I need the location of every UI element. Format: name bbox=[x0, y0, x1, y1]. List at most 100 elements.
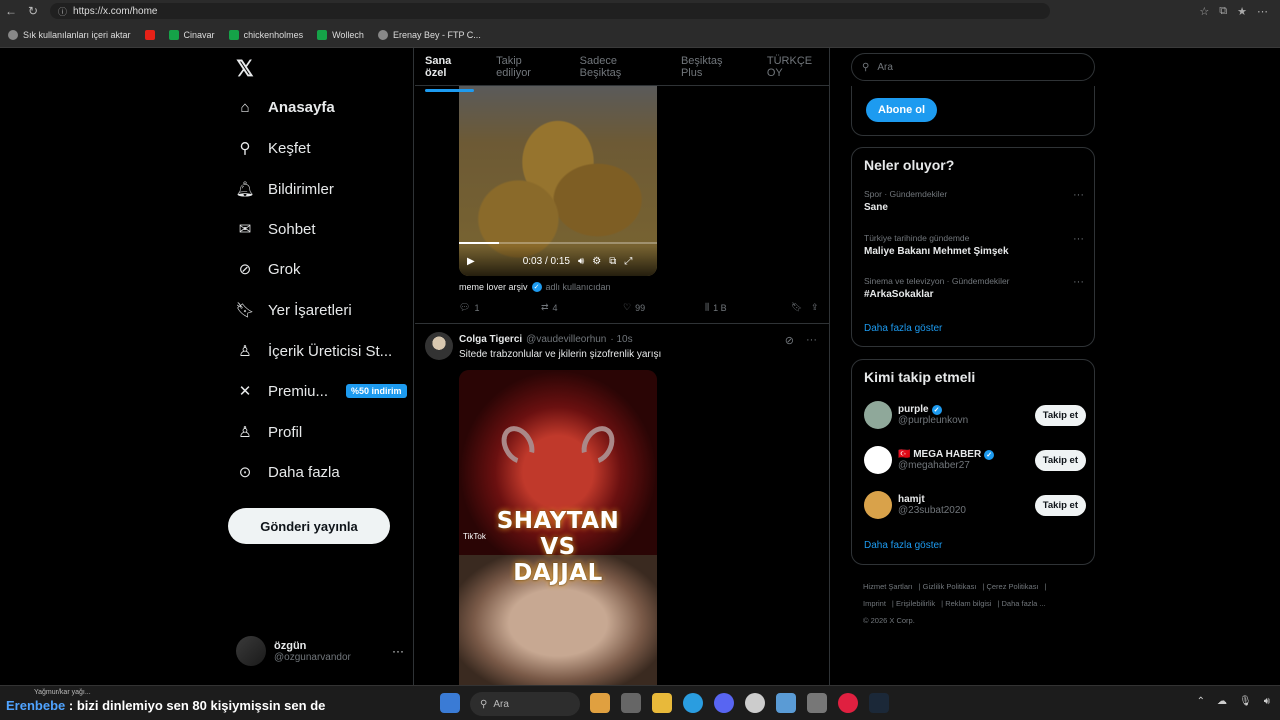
follow-suggestion[interactable]: purple ✓ @purpleunkovn Takip et bbox=[864, 401, 1086, 429]
trend-item[interactable]: Spor · Gündemdekiler Sane ··· bbox=[864, 189, 1084, 213]
footer-link[interactable]: Erişilebilirlik bbox=[896, 599, 935, 608]
more-horizontal-icon[interactable]: ··· bbox=[806, 334, 817, 347]
nav-notifications[interactable]: 🔔︎ Bildirimler bbox=[235, 180, 333, 199]
x-logo-icon[interactable]: 𝕏 bbox=[236, 56, 254, 82]
grok-icon[interactable]: ⊘ bbox=[785, 334, 794, 347]
tab-turkce[interactable]: TÜRKÇE OY bbox=[767, 55, 829, 79]
trend-item[interactable]: Türkiye tarihinde gündemde Maliye Bakanı… bbox=[864, 233, 1084, 257]
repost-button[interactable]: ⇄ 4 bbox=[541, 302, 623, 313]
bookmark-import[interactable]: Sık kullanılanları içeri aktar bbox=[8, 29, 131, 40]
tweet-author-handle[interactable]: @vaudevilleorhun bbox=[526, 334, 606, 345]
follow-button[interactable]: Takip et bbox=[1034, 404, 1086, 426]
notepad-icon[interactable] bbox=[776, 693, 796, 713]
bookmark-cinavar[interactable]: Cinavar bbox=[168, 29, 215, 40]
widget-icon[interactable] bbox=[590, 693, 610, 713]
microphone-icon[interactable]: 🎙︎ bbox=[1239, 696, 1252, 707]
tab-following[interactable]: Takip ediliyor bbox=[496, 55, 558, 79]
search-placeholder: Ara bbox=[877, 61, 893, 73]
play-icon[interactable]: ▶ bbox=[467, 256, 475, 267]
footer-link[interactable]: Daha fazla ... bbox=[1002, 599, 1046, 608]
favorites-icon[interactable]: ★ bbox=[1237, 5, 1247, 18]
overlay-text-2: VS bbox=[540, 534, 576, 560]
post-button[interactable]: Gönderi yayınla bbox=[228, 508, 390, 544]
pip-icon[interactable]: ⧉ bbox=[609, 256, 616, 267]
app-icon[interactable] bbox=[745, 693, 765, 713]
nav-premium[interactable]: ✕ Premiu... %50 indirim bbox=[236, 382, 407, 400]
bookmark-wollech[interactable]: Wollech bbox=[317, 29, 364, 40]
speaker-icon[interactable]: 🔊︎ bbox=[1264, 696, 1270, 707]
footer-link[interactable]: Reklam bilgisi bbox=[945, 599, 991, 608]
tweet-actions: 💬︎ 1 ⇄ 4 ♡ 99 ⫼ 1 B 🔖︎ ⇪ bbox=[459, 302, 819, 313]
more-horizontal-icon[interactable]: ··· bbox=[392, 644, 404, 658]
bookmark-chickenholmes[interactable]: chickenholmes bbox=[228, 29, 303, 40]
footer-link[interactable]: Imprint bbox=[863, 599, 886, 608]
bookmark-youtube[interactable] bbox=[144, 29, 155, 40]
like-button[interactable]: ♡ 99 bbox=[623, 302, 705, 313]
tab-for-you[interactable]: Sana özel bbox=[425, 55, 475, 92]
search-input[interactable]: ⚲ Ara bbox=[851, 53, 1095, 81]
nav-profile[interactable]: ♙ Profil bbox=[236, 423, 302, 442]
star-icon[interactable]: ☆ bbox=[1199, 5, 1209, 18]
tweet-video[interactable]: SHAYTAN VS DAJJAL TikTok bbox=[459, 370, 657, 685]
follow-suggestion[interactable]: 🇹🇷 MEGA HABER ✓ @megahaber27 Takip et bbox=[864, 446, 1086, 474]
nav-explore[interactable]: ⚲ Keşfet bbox=[236, 139, 311, 158]
windows-start-icon[interactable] bbox=[440, 693, 460, 713]
bookmark-ftp[interactable]: Erenay Bey - FTP C... bbox=[377, 29, 481, 40]
tab-besiktas-only[interactable]: Sadece Beşiktaş bbox=[580, 55, 659, 79]
fullscreen-icon[interactable]: ⤢ bbox=[624, 256, 632, 267]
edge-icon[interactable] bbox=[683, 693, 703, 713]
site-info-icon[interactable]: ⓘ bbox=[58, 5, 67, 18]
refresh-icon[interactable]: ↻ bbox=[22, 4, 44, 18]
tweet-author-name[interactable]: Colga Tigerci bbox=[459, 334, 522, 345]
bookmark-button[interactable]: 🔖︎ bbox=[791, 302, 811, 313]
taskbar-search[interactable]: ⚲ Ara bbox=[470, 692, 580, 716]
menu-icon[interactable]: ⋯ bbox=[1257, 5, 1268, 18]
weather-widget[interactable]: Yağmur/kar yağı... bbox=[34, 689, 91, 696]
show-more-link[interactable]: Daha fazla göster bbox=[864, 540, 942, 551]
more-horizontal-icon[interactable]: ··· bbox=[1073, 233, 1084, 245]
follow-button[interactable]: Takip et bbox=[1034, 494, 1086, 516]
account-name: özgün bbox=[274, 639, 307, 652]
media-icon[interactable] bbox=[838, 693, 858, 713]
volume-icon[interactable]: 🔊︎ bbox=[578, 256, 584, 267]
tweet-video[interactable]: ▶ 0:03 / 0:15 🔊︎ ⚙ ⧉ ⤢ bbox=[459, 86, 657, 276]
more-horizontal-icon[interactable]: ··· bbox=[1073, 276, 1084, 288]
follow-button[interactable]: Takip et bbox=[1034, 449, 1086, 471]
nav-bookmarks[interactable]: 🔖︎ Yer İşaretleri bbox=[235, 301, 351, 320]
nav-creator-studio[interactable]: ♙ İçerik Üreticisi St... bbox=[236, 342, 392, 361]
footer-link[interactable]: Çerez Politikası bbox=[986, 582, 1038, 591]
back-icon[interactable]: ← bbox=[0, 4, 22, 18]
taskbar-icons bbox=[440, 693, 460, 713]
chevron-up-icon[interactable]: ⌃ bbox=[1197, 696, 1205, 707]
subscribe-button[interactable]: Abone ol bbox=[866, 98, 938, 122]
nav-home[interactable]: ⌂ Anasayfa bbox=[236, 98, 334, 116]
avatar bbox=[864, 446, 892, 474]
tweet-time[interactable]: · 10s bbox=[610, 334, 632, 345]
more-horizontal-icon[interactable]: ··· bbox=[1073, 189, 1084, 201]
nav-more[interactable]: ⊙ Daha fazla bbox=[236, 463, 340, 482]
views-button[interactable]: ⫼ 1 B bbox=[705, 302, 791, 313]
steam-icon[interactable] bbox=[869, 693, 889, 713]
trend-item[interactable]: Sinema ve televizyon · Gündemdekiler #Ar… bbox=[864, 276, 1084, 300]
folder-icon[interactable] bbox=[652, 693, 672, 713]
discord-icon[interactable] bbox=[714, 693, 734, 713]
account-switcher[interactable]: özgün @ozgunarvandor ··· bbox=[236, 636, 404, 666]
onedrive-icon[interactable]: ☁ bbox=[1217, 696, 1227, 707]
nav-grok[interactable]: ⊘ Grok bbox=[236, 260, 301, 279]
address-bar[interactable]: ⓘ https://x.com/home bbox=[50, 3, 1050, 19]
share-button[interactable]: ⇪ bbox=[811, 302, 819, 313]
video-progress[interactable] bbox=[459, 242, 657, 244]
footer-link[interactable]: Gizlilik Politikası bbox=[923, 582, 977, 591]
footer-link[interactable]: Hizmet Şartları bbox=[863, 582, 913, 591]
nav-messages[interactable]: ✉ Sohbet bbox=[236, 220, 316, 239]
task-view-icon[interactable] bbox=[621, 693, 641, 713]
settings-icon[interactable]: ⚙ bbox=[592, 256, 601, 267]
show-more-link[interactable]: Daha fazla göster bbox=[864, 323, 942, 334]
reply-button[interactable]: 💬︎ 1 bbox=[459, 302, 541, 313]
tab-besiktas-plus[interactable]: Beşiktaş Plus bbox=[681, 55, 745, 79]
follow-suggestion[interactable]: hamjt @23subat2020 Takip et bbox=[864, 491, 1086, 519]
extensions-icon[interactable]: ⧉ bbox=[1219, 5, 1227, 18]
avatar[interactable] bbox=[425, 332, 453, 360]
settings-icon[interactable] bbox=[807, 693, 827, 713]
video-source[interactable]: meme lover arşiv ✓ adlı kullanıcıdan bbox=[459, 282, 611, 292]
